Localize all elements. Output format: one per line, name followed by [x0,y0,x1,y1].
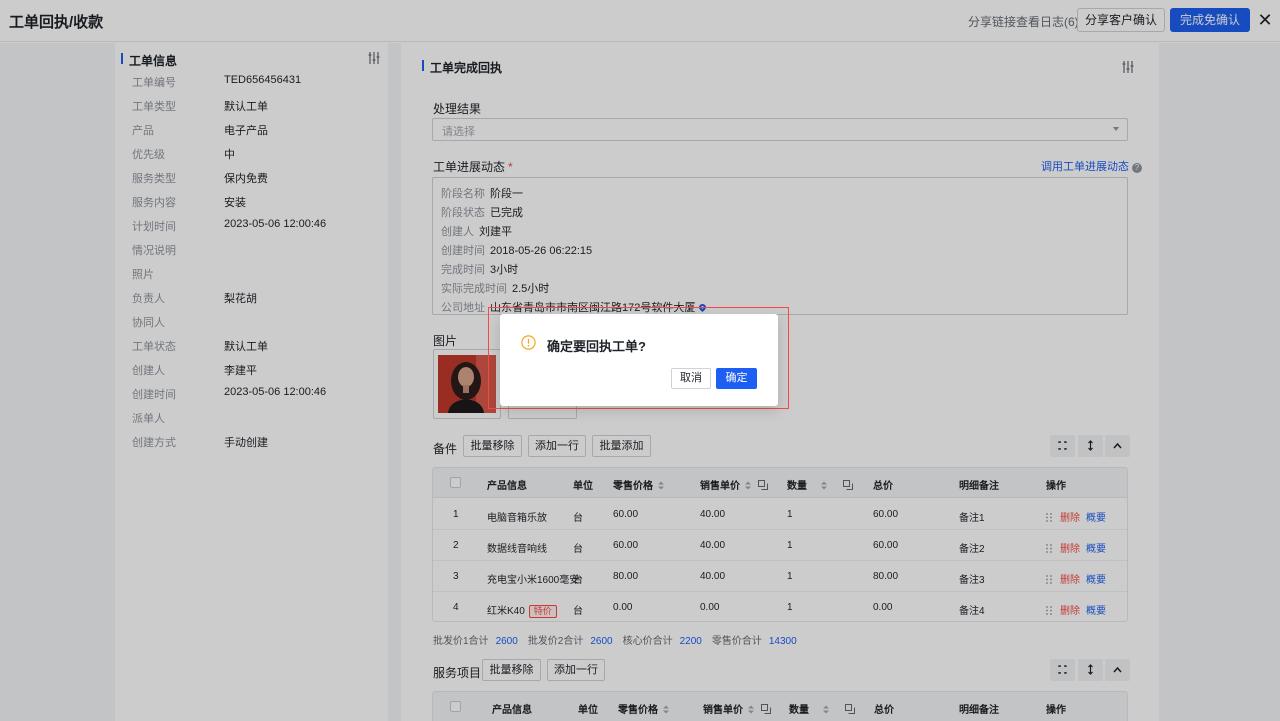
warning-icon [521,335,536,350]
dialog-title: 确定要回执工单? [547,339,646,354]
dialog-cancel-button[interactable]: 取消 [671,368,711,389]
dialog-ok-button[interactable]: 确定 [716,368,757,389]
confirm-dialog: 确定要回执工单? 取消 确定 [500,314,778,406]
